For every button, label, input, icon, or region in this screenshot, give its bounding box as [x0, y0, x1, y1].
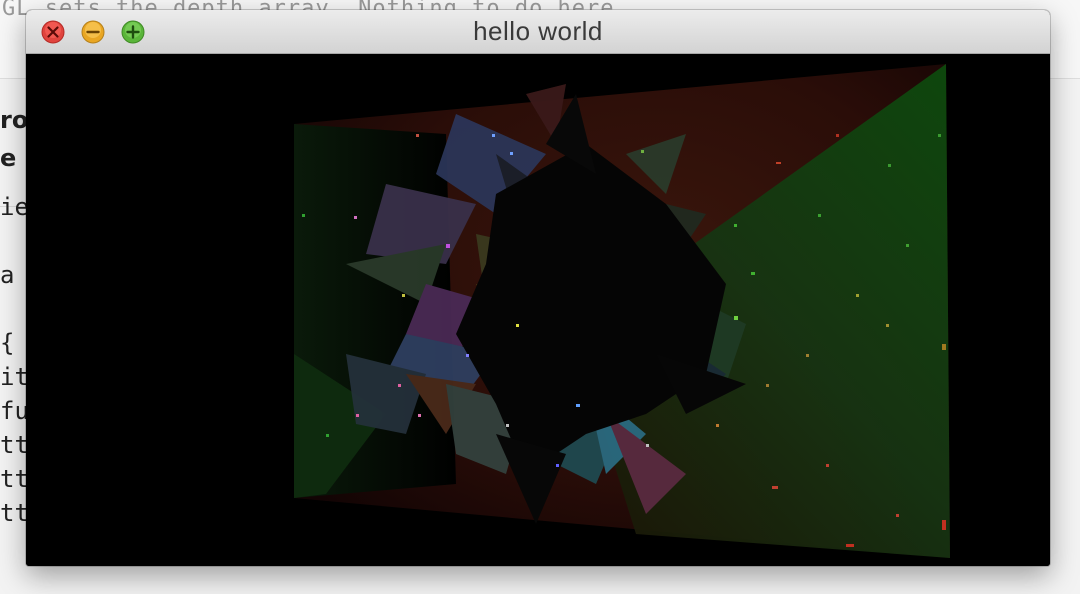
particle — [856, 294, 859, 297]
background-code-line: ie — [0, 193, 29, 221]
background-code-line: fu — [0, 397, 29, 425]
particle — [556, 464, 559, 467]
particle — [906, 244, 909, 247]
particle — [398, 384, 401, 387]
particle — [416, 134, 419, 137]
particle — [418, 414, 421, 417]
background-code-line: { — [0, 329, 15, 357]
title-bar[interactable]: hello world — [26, 10, 1050, 54]
particle — [506, 424, 509, 427]
particle — [354, 216, 357, 219]
particle — [492, 134, 495, 137]
particle — [806, 354, 809, 357]
particle — [836, 134, 839, 137]
particle — [576, 404, 580, 407]
render-canvas[interactable] — [26, 54, 1050, 566]
particle — [734, 224, 737, 227]
particle — [516, 324, 519, 327]
particle — [326, 434, 329, 437]
window-title: hello world — [473, 16, 603, 46]
particle — [356, 414, 359, 417]
particle — [826, 464, 829, 467]
particle — [751, 272, 755, 275]
particle — [818, 214, 821, 217]
particle — [734, 316, 738, 320]
background-code-line: tt — [0, 499, 29, 527]
background-heading-line-1: ro — [0, 106, 29, 134]
background-code-line: tt — [0, 431, 29, 459]
particle — [776, 162, 781, 164]
particle — [646, 444, 649, 447]
particle — [938, 134, 941, 137]
particle — [886, 324, 889, 327]
particle — [466, 354, 469, 357]
particle — [766, 384, 769, 387]
particle — [896, 514, 899, 517]
app-window: hello world — [26, 10, 1050, 566]
particle — [302, 214, 305, 217]
particle — [942, 344, 946, 350]
background-code-line: tt — [0, 465, 29, 493]
particle — [446, 244, 450, 248]
opengl-render-output — [294, 64, 950, 558]
background-code-line: it — [0, 363, 29, 391]
particle — [772, 486, 778, 489]
particle — [942, 520, 946, 530]
particle — [641, 150, 644, 153]
particle — [716, 424, 719, 427]
particle — [510, 152, 513, 155]
background-code-line: a — [0, 261, 15, 289]
particle — [888, 164, 891, 167]
particle — [846, 544, 854, 547]
particle — [402, 294, 405, 297]
background-heading-line-2: e — [0, 144, 17, 172]
